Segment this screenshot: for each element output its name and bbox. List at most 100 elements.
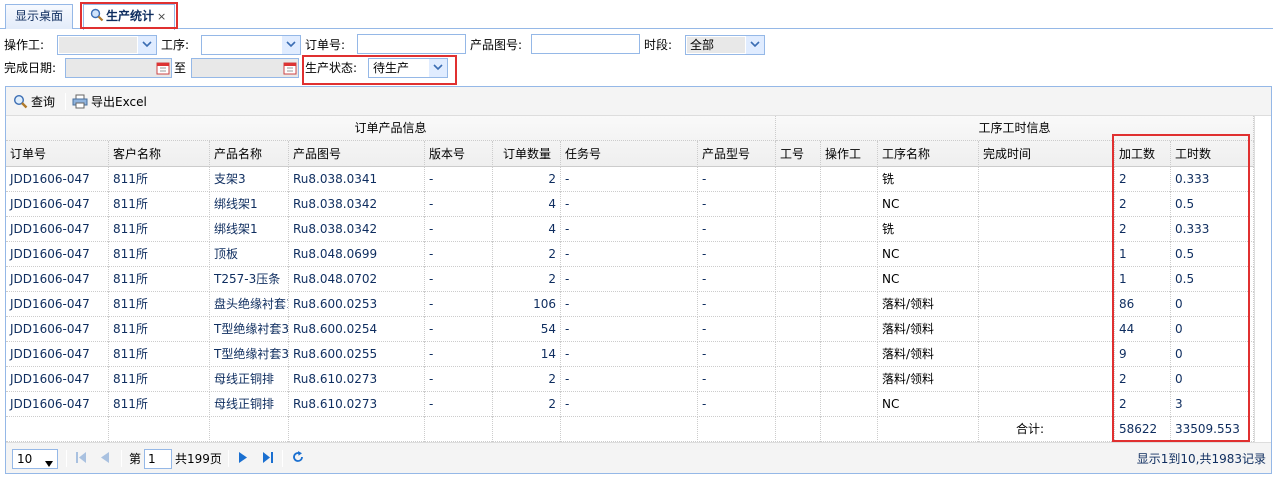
table-row[interactable]: JDD1606-047 811所 绑线架1 Ru8.038.0342-4- - NC 2 0.… — [6, 192, 1254, 217]
cell-process-name: 铣 — [878, 167, 979, 192]
cell-operator — [821, 392, 878, 417]
cell-processed-qty: 1 — [1115, 267, 1171, 292]
cell-customer: 811所 — [109, 292, 210, 317]
query-button-label: 查询 — [31, 95, 56, 109]
col-product-model[interactable]: 产品型号 — [698, 141, 776, 167]
cell-product-model: - — [698, 242, 776, 267]
cell-product-name: T型绝缘衬套3 — [210, 317, 289, 342]
cell-customer: 811所 — [109, 192, 210, 217]
chevron-down-icon[interactable] — [45, 456, 53, 470]
col-product-name[interactable]: 产品名称 — [210, 141, 289, 167]
cell-order-no: JDD1606-047 — [6, 217, 109, 242]
finish-date-from-input[interactable] — [65, 58, 172, 78]
cell-order-no: JDD1606-047 — [6, 367, 109, 392]
table-row[interactable]: JDD1606-047 811所 盘头绝缘衬套1 Ru8.600.0253-106- -… — [6, 292, 1254, 317]
status-select[interactable]: 待生产 — [368, 58, 448, 78]
chevron-down-icon[interactable] — [746, 36, 764, 54]
cell-processed-qty: 2 — [1115, 192, 1171, 217]
cell-product-model: - — [698, 342, 776, 367]
grid-scroll-gutter — [1254, 116, 1271, 450]
data-panel: 查询 导出Excel 订单产品信息 工序工时信息 订单号 客户名称 产品名称 产… — [5, 86, 1272, 474]
tab-desktop[interactable]: 显示桌面 — [5, 4, 73, 29]
to-label: 至 — [174, 61, 187, 75]
cell-process-name: 铣 — [878, 217, 979, 242]
product-drawing-input[interactable] — [531, 34, 640, 54]
cell-processed-qty: 2 — [1115, 392, 1171, 417]
toolbar: 查询 导出Excel — [6, 87, 1271, 116]
table-row[interactable]: JDD1606-047 811所 T型绝缘衬套3 Ru8.600.0254-54- - 落… — [6, 317, 1254, 342]
order-no-input[interactable] — [357, 34, 466, 54]
refresh-icon[interactable] — [292, 451, 304, 466]
col-job-no[interactable]: 工号 — [776, 141, 821, 167]
cell-product-name: 盘头绝缘衬套1 — [210, 292, 289, 317]
calendar-icon[interactable] — [283, 61, 297, 75]
cell-product-drawing: Ru8.600.0255 — [289, 342, 425, 367]
chevron-down-icon[interactable] — [138, 36, 156, 54]
cell-finish-time — [979, 317, 1115, 342]
col-task-no[interactable]: 任务号 — [561, 141, 698, 167]
export-excel-button-label: 导出Excel — [91, 95, 147, 109]
col-customer[interactable]: 客户名称 — [109, 141, 210, 167]
footer-total-label: 合计: — [979, 417, 1115, 442]
first-page-icon[interactable] — [76, 452, 86, 466]
col-process-name[interactable]: 工序名称 — [878, 141, 979, 167]
period-select[interactable]: 全部 — [685, 35, 765, 55]
cell-work-hours: 0.5 — [1171, 192, 1254, 217]
footer-empty-cell — [425, 417, 493, 442]
table-row[interactable]: JDD1606-047 811所 母线正铜排 Ru8.610.0273-2- - NC 2 3 — [6, 392, 1254, 417]
prev-page-icon[interactable] — [101, 452, 109, 466]
cell-finish-time — [979, 242, 1115, 267]
page-total: 共199页 — [175, 452, 222, 466]
process-select[interactable] — [201, 35, 301, 55]
cell-order-no: JDD1606-047 — [6, 242, 109, 267]
cell-version: - — [425, 242, 493, 267]
cell-order-qty: 2 — [493, 367, 561, 392]
last-page-icon[interactable] — [263, 452, 273, 466]
cell-order-qty: 14 — [493, 342, 561, 367]
table-row[interactable]: JDD1606-047 811所 顶板 Ru8.048.0699-2- - NC 1 0.5 — [6, 242, 1254, 267]
next-page-icon[interactable] — [239, 452, 247, 466]
cell-order-no: JDD1606-047 — [6, 392, 109, 417]
cell-order-qty: 4 — [493, 192, 561, 217]
tab-bar: 显示桌面 生产统计 × — [0, 0, 1273, 30]
footer-empty-cell — [821, 417, 878, 442]
cell-processed-qty: 86 — [1115, 292, 1171, 317]
col-operator[interactable]: 操作工 — [821, 141, 878, 167]
cell-operator — [821, 317, 878, 342]
close-icon[interactable]: × — [157, 10, 166, 23]
cell-order-qty: 106 — [493, 292, 561, 317]
cell-product-drawing: Ru8.610.0273 — [289, 392, 425, 417]
col-finish-time[interactable]: 完成时间 — [979, 141, 1115, 167]
cell-processed-qty: 2 — [1115, 367, 1171, 392]
chevron-down-icon[interactable] — [282, 36, 300, 54]
table-row[interactable]: JDD1606-047 811所 T257-3压条 Ru8.048.0702-2- - N… — [6, 267, 1254, 292]
chevron-down-icon[interactable] — [429, 59, 447, 77]
tab-production-stats[interactable]: 生产统计 × — [83, 4, 175, 30]
page-size-select[interactable]: 10 — [12, 449, 58, 469]
print-icon — [72, 94, 88, 109]
col-work-hours[interactable]: 工时数 — [1171, 141, 1254, 167]
col-version[interactable]: 版本号 — [425, 141, 493, 167]
process-label: 工序: — [161, 38, 190, 52]
table-row[interactable]: JDD1606-047 811所 支架3 Ru8.038.0341-2- - 铣 2 0.33… — [6, 167, 1254, 192]
cell-task-no: - — [561, 342, 698, 367]
table-row[interactable]: JDD1606-047 811所 绑线架1 Ru8.038.0342-4- - 铣 2 0.3… — [6, 217, 1254, 242]
cell-finish-time — [979, 392, 1115, 417]
cell-finish-time — [979, 167, 1115, 192]
grid-header: 订单产品信息 工序工时信息 订单号 客户名称 产品名称 产品图号 版本号 订单数… — [6, 116, 1271, 167]
col-order-no[interactable]: 订单号 — [6, 141, 109, 167]
query-button[interactable]: 查询 — [13, 92, 55, 112]
search-icon — [90, 7, 104, 22]
cell-product-model: - — [698, 292, 776, 317]
operator-select[interactable] — [57, 35, 157, 55]
export-excel-button[interactable]: 导出Excel — [72, 92, 147, 112]
table-row[interactable]: JDD1606-047 811所 T型绝缘衬套3 Ru8.600.0255-14- - 落… — [6, 342, 1254, 367]
calendar-icon[interactable] — [156, 61, 170, 75]
col-product-drawing[interactable]: 产品图号 — [289, 141, 425, 167]
table-row[interactable]: JDD1606-047 811所 母线正铜排 Ru8.610.0273-2- - 落料/领… — [6, 367, 1254, 392]
finish-date-to-input[interactable] — [191, 58, 299, 78]
col-processed-qty[interactable]: 加工数 — [1115, 141, 1171, 167]
current-page-input[interactable]: 1 — [144, 449, 172, 469]
col-order-qty[interactable]: 订单数量 — [493, 141, 561, 167]
cell-process-name: NC — [878, 267, 979, 292]
